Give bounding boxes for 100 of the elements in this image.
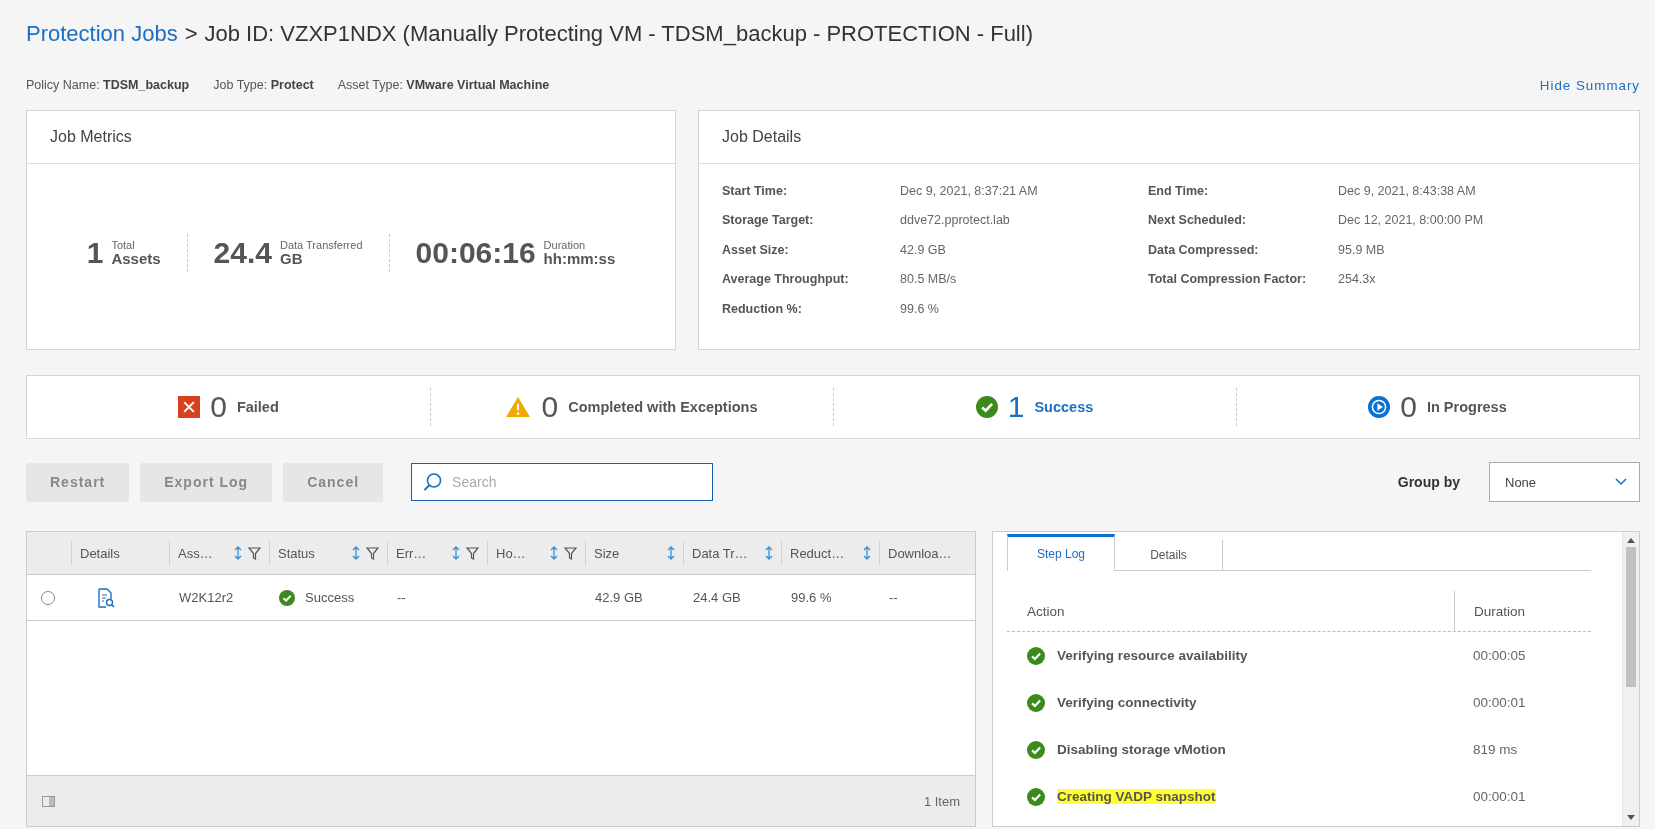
metric-value: 1: [86, 235, 104, 270]
detail-value: ddve72.pprotect.lab: [900, 212, 1011, 230]
detail-value: 95.9 MB: [1338, 241, 1386, 259]
sort-icon[interactable]: [234, 546, 242, 560]
scroll-up-icon[interactable]: [1627, 538, 1635, 543]
detail-value: Dec 9, 2021, 8:43:38 AM: [1338, 182, 1477, 200]
column-header[interactable]: Reduct…: [781, 541, 879, 565]
status-count: 1: [1007, 390, 1025, 424]
close-icon: [178, 396, 201, 418]
table-cell-text: W2K12r2: [178, 590, 235, 605]
column-header[interactable]: Details: [71, 541, 169, 565]
detail-value: 42.9 GB: [900, 241, 947, 259]
card-title: Job Metrics: [27, 111, 675, 164]
step-action: Verifying resource availability: [1057, 648, 1248, 663]
check-circle-icon: [1027, 787, 1045, 806]
detail-value: Dec 9, 2021, 8:37:21 AM: [900, 182, 1039, 200]
metric-value: 00:06:16: [415, 235, 536, 270]
table-cell-text: 42.9 GB: [594, 590, 644, 605]
card-title: Job Details: [699, 111, 1639, 164]
tab[interactable]: Step Log: [1007, 534, 1115, 571]
column-header[interactable]: Downloa…: [879, 541, 975, 565]
summary-field: Policy Name: TDSM_backup: [26, 78, 190, 92]
sort-icon[interactable]: [352, 546, 360, 560]
column-header: Duration: [1454, 591, 1591, 631]
detail-value: 80.5 MB/s: [900, 271, 958, 289]
column-header[interactable]: Err…: [387, 541, 487, 565]
status-label: Failed: [236, 399, 279, 415]
sort-icon[interactable]: [765, 546, 773, 560]
page-title: Job ID: VZXP1NDX (Manually Protecting VM - TDSM_backup - PROTECTION - Full): [204, 21, 1033, 47]
metric-unit: hh:mm:ss: [543, 250, 616, 266]
breadcrumb-separator: >: [184, 21, 198, 47]
sort-icon[interactable]: [550, 546, 558, 560]
document-search-icon[interactable]: [97, 587, 115, 608]
column-header[interactable]: Ass…: [169, 541, 269, 565]
check-circle-icon: [279, 589, 295, 606]
warning-icon: [505, 396, 532, 418]
column-header: Action: [1026, 603, 1066, 619]
table-cell-text: 99.6 %: [790, 590, 833, 605]
tab[interactable]: Details: [1115, 540, 1223, 570]
breadcrumb-link[interactable]: Protection Jobs: [26, 21, 178, 47]
detail-label: Reduction %:: [722, 300, 803, 318]
step-action: Creating VADP snapshot: [1057, 789, 1216, 804]
step-action: Verifying connectivity: [1057, 695, 1197, 710]
metric-value: 24.4: [213, 235, 272, 270]
sort-icon[interactable]: [863, 546, 871, 560]
detail-label: Data Compressed:: [1148, 241, 1260, 259]
column-header[interactable]: Data Tr…: [683, 541, 781, 565]
status-label: In Progress: [1426, 399, 1507, 415]
metric-caption: Duration: [543, 239, 587, 251]
group-by-label: Group by: [1397, 474, 1460, 490]
detail-label: Average Throughput:: [722, 271, 850, 289]
status-count: 0: [1400, 390, 1417, 424]
columns-icon[interactable]: [42, 795, 55, 807]
table-cell: Success: [305, 590, 355, 605]
metric-caption: Data Transferred: [279, 239, 363, 251]
detail-label: Asset Size:: [722, 241, 790, 259]
step-action: Disabling storage vMotion: [1057, 742, 1226, 757]
detail-value: 99.6 %: [900, 300, 940, 318]
status-count: 0: [541, 390, 559, 424]
play-circle-icon: [1368, 396, 1391, 418]
check-circle-icon: [1027, 646, 1045, 665]
detail-label: Next Scheduled:: [1148, 212, 1247, 230]
detail-label: Storage Target:: [722, 212, 815, 230]
column-header[interactable]: Status: [269, 541, 387, 565]
summary-field: Job Type: Protect: [213, 78, 314, 92]
filter-icon[interactable]: [466, 546, 479, 560]
column-header[interactable]: Size: [585, 541, 683, 565]
metric-unit: Assets: [111, 250, 161, 266]
filter-icon[interactable]: [248, 546, 261, 560]
check-circle-icon: [975, 396, 998, 418]
filter-icon[interactable]: [366, 546, 379, 560]
metric-unit: GB: [279, 250, 304, 266]
step-duration: 00:00:01: [1472, 789, 1527, 804]
scroll-down-icon[interactable]: [1627, 815, 1635, 820]
status-label: Success: [1034, 399, 1094, 415]
column-header[interactable]: Ho…: [487, 541, 585, 565]
table-cell-text: --: [396, 590, 407, 605]
check-circle-icon: [1027, 693, 1045, 712]
search-field[interactable]: Search: [411, 463, 714, 501]
scrollbar[interactable]: [1622, 532, 1639, 826]
search-icon: [423, 472, 444, 492]
step-duration: 00:00:05: [1472, 648, 1527, 663]
sort-icon[interactable]: [452, 546, 460, 560]
metric-caption: Total: [111, 239, 136, 251]
detail-value: Dec 12, 2021, 8:00:00 PM: [1338, 212, 1485, 230]
table-cell-text: --: [888, 590, 899, 605]
sort-icon[interactable]: [667, 546, 675, 560]
filter-icon[interactable]: [564, 546, 577, 560]
hide-summary-link[interactable]: Hide Summary: [1539, 77, 1640, 93]
chevron-down-icon: [1615, 478, 1627, 486]
table-cell-text: 24.4 GB: [692, 590, 742, 605]
group-by-dropdown[interactable]: None: [1489, 462, 1640, 502]
table-row[interactable]: W2K12r2 Success -- 42.9 GB 24.4 GB 99.6 % --: [27, 575, 975, 621]
summary-field: Asset Type: VMware Virtual Machine: [337, 78, 550, 92]
status-count: 0: [210, 390, 227, 424]
status-label: Completed with Exceptions: [568, 399, 758, 415]
item-count: 1 Item: [923, 793, 960, 809]
detail-label: Start Time:: [722, 182, 789, 200]
detail-label: Total Compression Factor:: [1148, 271, 1308, 289]
step-duration: 00:00:01: [1472, 695, 1527, 710]
